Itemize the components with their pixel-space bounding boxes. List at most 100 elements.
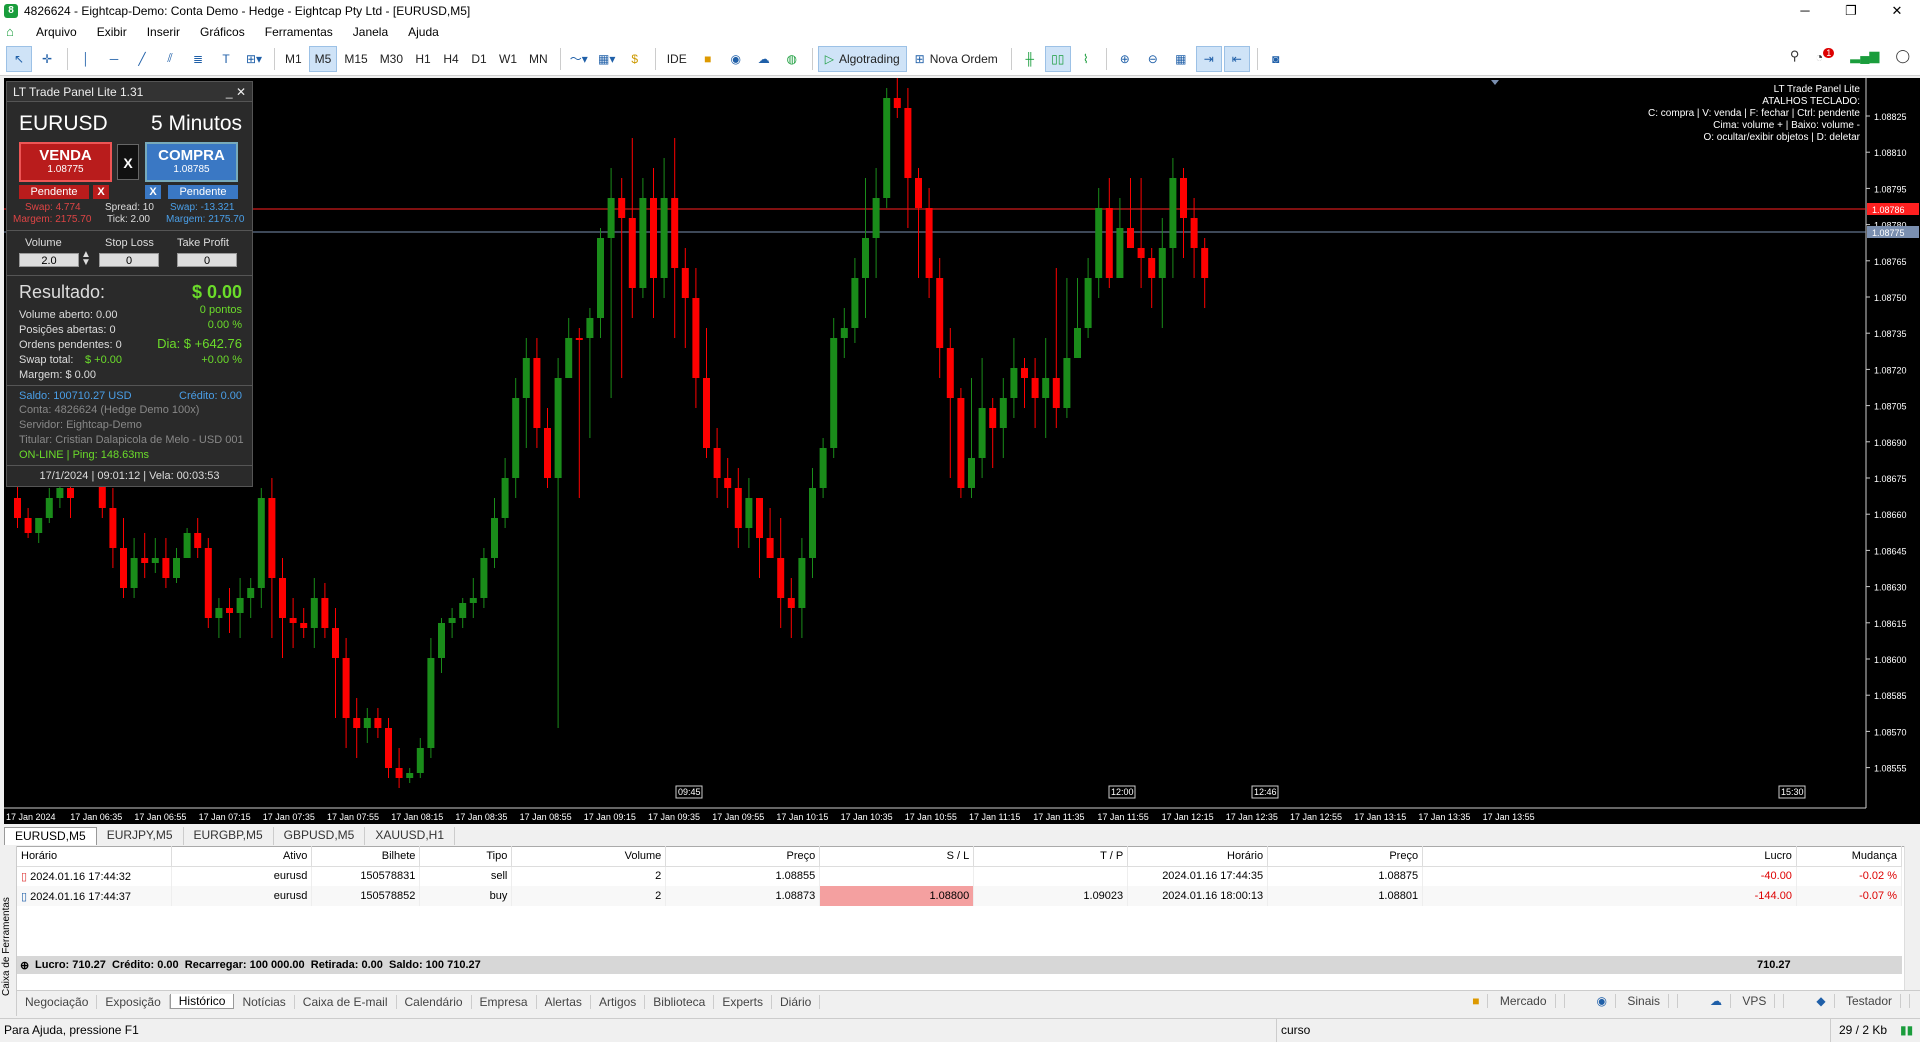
candlestick-chart[interactable]: 1.088251.088101.087951.087801.087651.087… <box>4 78 1920 824</box>
menu-exibir[interactable]: Exibir <box>87 25 137 39</box>
close-button[interactable]: ✕ <box>1874 0 1920 21</box>
tab-xauusd[interactable]: XAUUSD,H1 <box>365 827 456 845</box>
tf-h1[interactable]: H1 <box>410 46 436 72</box>
indicators-icon[interactable]: 〜▾ <box>566 46 592 72</box>
signals-button[interactable]: ◉ Sinais <box>1581 994 1679 1008</box>
notifications-icon[interactable]: ◔ 1 <box>1815 48 1835 64</box>
menu-ferramentas[interactable]: Ferramentas <box>255 25 343 39</box>
chart-shift-icon[interactable]: ⇤ <box>1223 45 1250 72</box>
vps-button[interactable]: ☁ VPS <box>1694 994 1785 1008</box>
col-lucro[interactable]: Lucro <box>1422 846 1797 867</box>
col-ativo[interactable]: Ativo <box>171 846 313 867</box>
tf-h4[interactable]: H4 <box>438 46 464 72</box>
table-row[interactable]: ▯ 2024.01.16 17:44:37 eurusd 150578852 b… <box>17 886 1903 906</box>
ide-button[interactable]: IDE <box>661 46 693 72</box>
horizontal-line-icon[interactable]: ─ <box>101 46 127 72</box>
panel-minimize-icon[interactable]: _ <box>226 85 236 99</box>
tf-m15[interactable]: M15 <box>339 46 372 72</box>
expand-icon[interactable]: ⊕ <box>20 959 29 972</box>
col-tp[interactable]: T / P <box>973 846 1129 867</box>
menu-arquivo[interactable]: Arquivo <box>26 25 87 39</box>
search-icon[interactable]: ⚲ <box>1790 48 1800 64</box>
history-scrollbar[interactable] <box>1904 846 1920 990</box>
tab-eurgbp[interactable]: EURGBP,M5 <box>184 827 274 845</box>
tf-m1[interactable]: M1 <box>280 46 307 72</box>
line-chart-icon[interactable]: ⌇ <box>1073 46 1099 72</box>
tester-button[interactable]: ◆ Testador <box>1800 994 1910 1008</box>
tf-m30[interactable]: M30 <box>375 46 408 72</box>
tab-eurjpy[interactable]: EURJPY,M5 <box>97 827 184 845</box>
volume-stepper-icon[interactable]: ▲ ▼ <box>81 250 91 268</box>
buy-pending-button[interactable]: Pendente <box>168 185 238 199</box>
price-chart[interactable]: 1.08825 1.08810 1.08795 1.08780 1.08765 1.087… <box>4 78 1920 824</box>
zoom-in-icon[interactable]: ⊕ <box>1112 46 1138 72</box>
crosshair-icon[interactable]: ✛ <box>34 46 60 72</box>
tab-negociacao[interactable]: Negociação <box>17 994 98 1009</box>
tab-empresa[interactable]: Empresa <box>472 994 537 1009</box>
sell-pending-button[interactable]: Pendente <box>19 185 89 199</box>
tab-diario[interactable]: Diário <box>772 994 821 1009</box>
col-preco-close[interactable]: Preço <box>1267 846 1424 867</box>
menu-janela[interactable]: Janela <box>343 25 398 39</box>
stop-loss-input[interactable]: 0 <box>99 253 159 267</box>
minimize-button[interactable]: ─ <box>1782 0 1828 21</box>
volume-input[interactable]: 2.0 <box>19 253 79 267</box>
account-icon[interactable]: ◯ <box>1895 48 1910 64</box>
globe-icon[interactable]: ◍ <box>779 46 805 72</box>
signal-strength-icon[interactable]: ▂▄▆ <box>1850 48 1879 64</box>
cursor-icon[interactable]: ↖ <box>6 45 32 72</box>
tab-email[interactable]: Caixa de E-mail <box>295 994 397 1009</box>
trendline-icon[interactable]: ╱ <box>129 46 155 72</box>
col-horario-close[interactable]: Horário <box>1127 846 1269 867</box>
channel-icon[interactable]: ⫽ <box>157 46 183 72</box>
shapes-icon[interactable]: ⊞▾ <box>241 46 267 72</box>
menu-graficos[interactable]: Gráficos <box>190 25 255 39</box>
new-order-button[interactable]: ⊞ Nova Ordem <box>909 46 1004 72</box>
grid-icon[interactable]: ▦ <box>1168 46 1194 72</box>
autoscroll-icon[interactable]: ⇥ <box>1195 45 1222 72</box>
templates-icon[interactable]: ▦▾ <box>594 46 620 72</box>
close-all-button[interactable]: X <box>117 144 139 180</box>
tab-experts[interactable]: Experts <box>714 994 773 1009</box>
col-tipo[interactable]: Tipo <box>419 846 513 867</box>
panel-close-icon[interactable]: ✕ <box>236 85 246 99</box>
algotrading-button[interactable]: ▷ Algotrading <box>817 45 907 72</box>
take-profit-input[interactable]: 0 <box>177 253 237 267</box>
tab-noticias[interactable]: Notícias <box>234 994 295 1009</box>
fibonacci-icon[interactable]: ≣ <box>185 46 211 72</box>
tf-w1[interactable]: W1 <box>494 46 522 72</box>
market-button[interactable]: ■ Mercado <box>1456 994 1565 1008</box>
tf-mn[interactable]: MN <box>524 46 553 72</box>
sell-button[interactable]: VENDA 1.08775 <box>19 142 112 182</box>
tab-historico[interactable]: Histórico <box>169 994 235 1009</box>
menu-inserir[interactable]: Inserir <box>137 25 190 39</box>
zoom-out-icon[interactable]: ⊖ <box>1140 46 1166 72</box>
col-preco[interactable]: Preço <box>665 846 821 867</box>
tf-d1[interactable]: D1 <box>466 46 492 72</box>
tab-gbpusd[interactable]: GBPUSD,M5 <box>274 827 366 845</box>
tf-m5[interactable]: M5 <box>308 45 338 72</box>
sell-pending-cancel[interactable]: X <box>93 185 109 199</box>
col-sl[interactable]: S / L <box>819 846 975 867</box>
table-row[interactable]: ▯ 2024.01.16 17:44:32 eurusd 150578831 s… <box>17 866 1903 886</box>
restore-button[interactable]: ❐ <box>1828 0 1874 21</box>
tab-alertas[interactable]: Alertas <box>537 994 591 1009</box>
lock-icon[interactable]: ■ <box>695 46 721 72</box>
tab-eurusd[interactable]: EURUSD,M5 <box>4 827 97 845</box>
tab-exposicao[interactable]: Exposição <box>97 994 170 1009</box>
tab-biblioteca[interactable]: Biblioteca <box>645 994 715 1009</box>
candles-icon[interactable]: ▯▯ <box>1044 45 1071 72</box>
col-volume[interactable]: Volume <box>511 846 667 867</box>
screenshot-icon[interactable]: ◙ <box>1263 46 1289 72</box>
bar-chart-icon[interactable]: ╫ <box>1017 46 1043 72</box>
menu-ajuda[interactable]: Ajuda <box>398 25 449 39</box>
col-horario[interactable]: Horário <box>17 846 173 867</box>
vertical-line-icon[interactable]: │ <box>73 46 99 72</box>
tab-artigos[interactable]: Artigos <box>591 994 646 1009</box>
col-bilhete[interactable]: Bilhete <box>311 846 421 867</box>
dollar-icon[interactable]: $ <box>622 46 648 72</box>
buy-pending-cancel[interactable]: X <box>145 185 161 199</box>
signal-icon[interactable]: ◉ <box>723 46 749 72</box>
tab-calendario[interactable]: Calendário <box>397 994 472 1009</box>
cloud-icon[interactable]: ☁ <box>751 46 777 72</box>
